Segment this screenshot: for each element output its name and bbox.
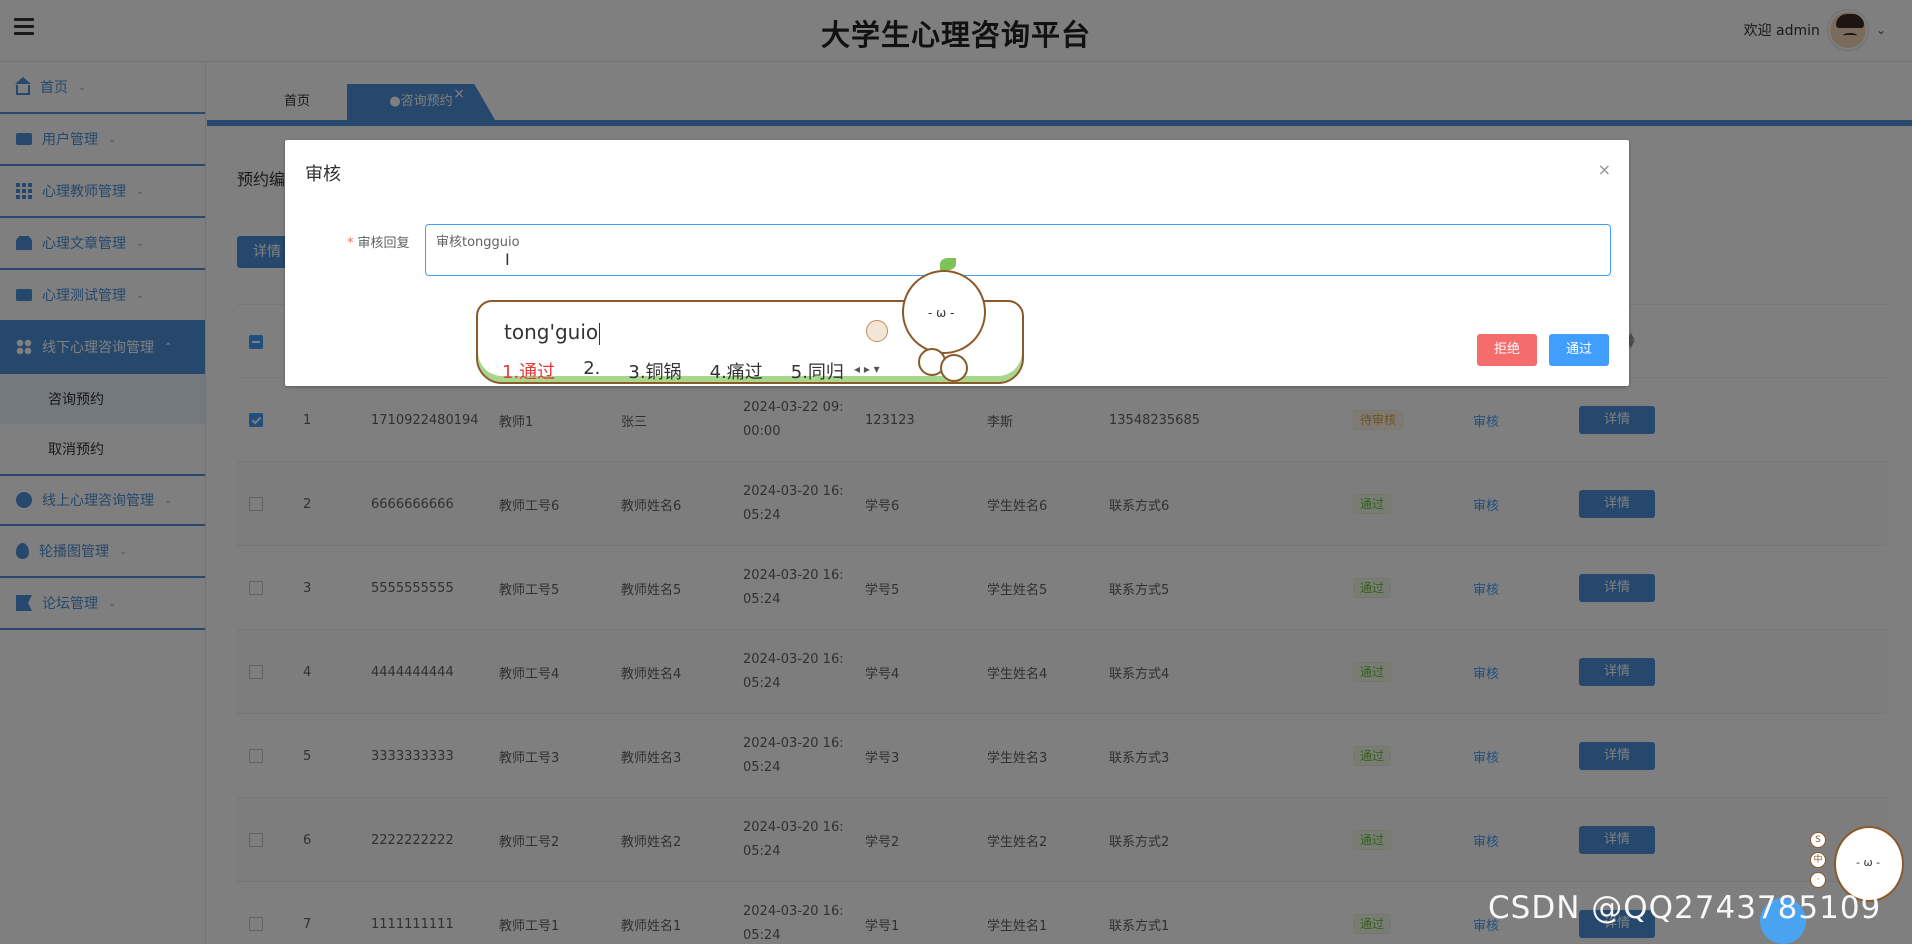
dialog-title: 审核 [305, 164, 341, 185]
ime-candidate[interactable]: 4.痛过 [710, 358, 763, 384]
required-mark: * [347, 236, 354, 251]
close-icon[interactable]: × [1598, 160, 1611, 179]
review-reply-label-text: 审核回复 [357, 236, 410, 251]
ime-candidate[interactable]: 3.铜锅 [628, 358, 681, 384]
ime-candidate[interactable]: 2. [583, 358, 600, 384]
watermark: CSDN @QQ2743785109 [1488, 890, 1882, 926]
mascot-small-icon [940, 354, 968, 382]
mascot-face: - ω - [1856, 856, 1881, 869]
leaf-icon [940, 258, 956, 270]
ime-toolbar-item[interactable]: · [1810, 872, 1826, 888]
reject-button[interactable]: 拒绝 [1477, 334, 1537, 366]
ime-candidate[interactable]: 5.同归 [791, 358, 844, 384]
mascot-face: - ω - [928, 306, 955, 320]
ime-toolbar-item[interactable]: 中 [1810, 852, 1826, 868]
review-reply-textarea[interactable]: 审核tongguio [425, 224, 1611, 276]
ime-skin-icon[interactable] [866, 320, 888, 342]
mascot-icon: - ω - [902, 270, 986, 354]
ime-candidate-list: 1.通过 2. 3.铜锅 4.痛过 5.同归 [502, 358, 844, 384]
review-reply-label: * 审核回复 [347, 232, 410, 251]
text-cursor-icon: I [505, 250, 510, 269]
ime-candidate[interactable]: 1.通过 [502, 358, 555, 384]
ime-toolbar-item[interactable]: S [1810, 832, 1826, 848]
ime-composition-text: tong'guio [504, 320, 599, 344]
pass-button[interactable]: 通过 [1549, 334, 1609, 366]
ime-toolbar[interactable]: S 中 · [1810, 832, 1826, 888]
ime-page-arrows-icon[interactable]: ◂ ▸ ▾ [854, 362, 880, 376]
